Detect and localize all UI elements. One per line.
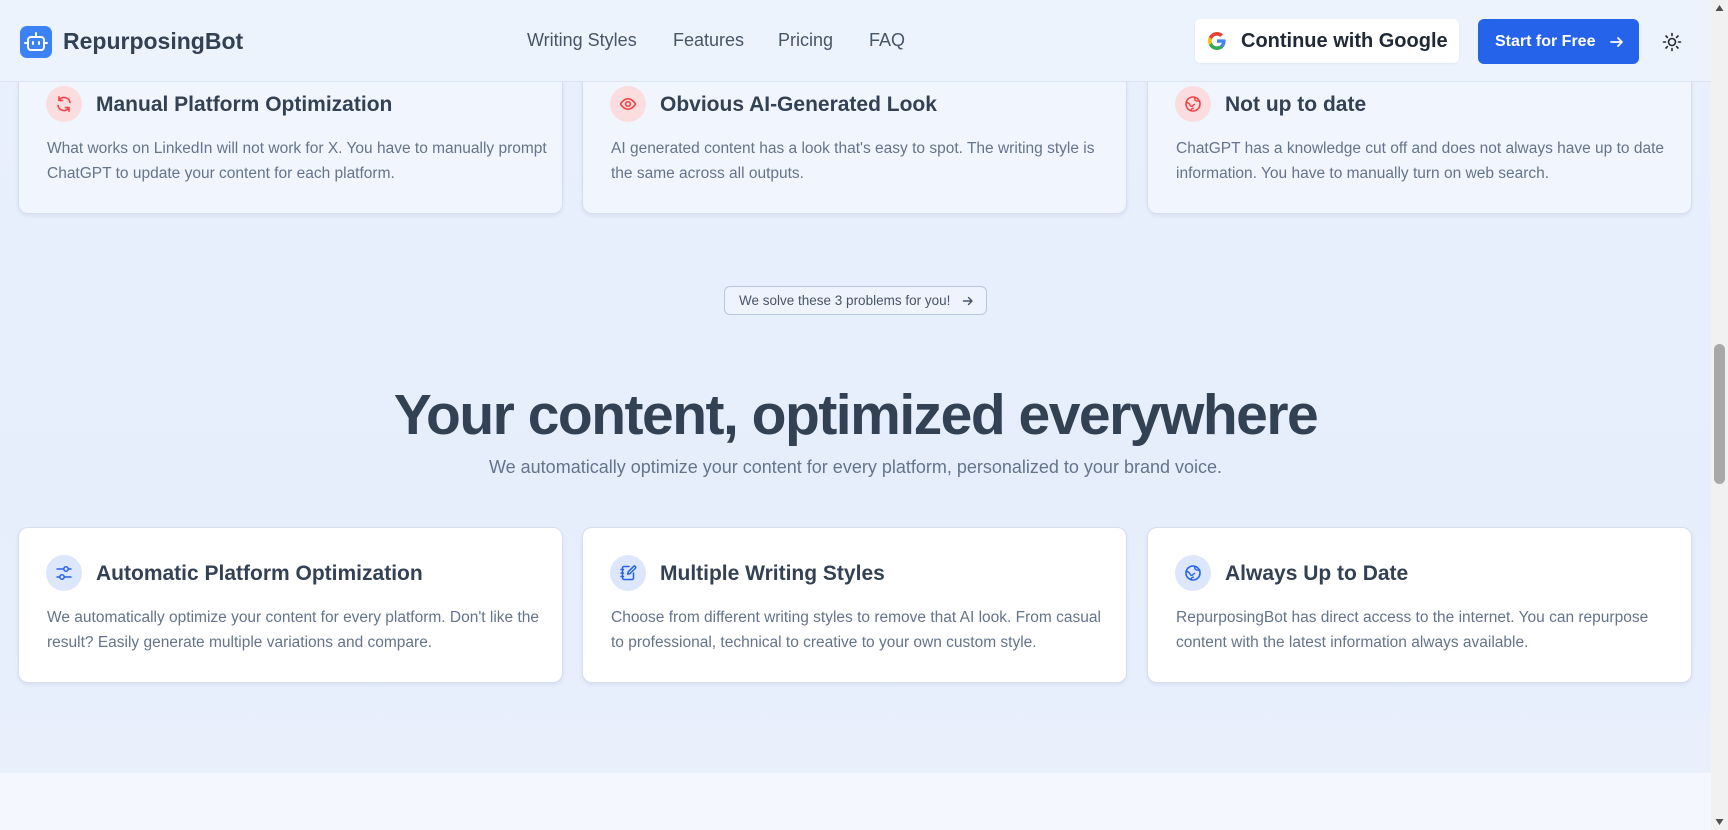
card-description: Choose from different writing styles to … <box>611 609 1101 651</box>
start-button-label: Start for Free <box>1495 33 1596 50</box>
arrow-right-icon <box>962 296 973 306</box>
nav-faq[interactable]: FAQ <box>869 30 905 51</box>
sun-icon[interactable] <box>1662 32 1682 52</box>
card-title: Not up to date <box>1225 93 1367 116</box>
continue-with-google-button[interactable]: Continue with Google <box>1195 19 1459 63</box>
sliders-icon <box>56 566 72 580</box>
next-section <box>0 773 1711 830</box>
solution-card: Automatic Platform Optimization We autom… <box>18 527 563 683</box>
card-description: What works on LinkedIn will not work for… <box>47 140 547 182</box>
eye-icon <box>619 98 637 110</box>
section-heading: Your content, optimized everywhere <box>393 383 1319 447</box>
google-icon <box>1208 32 1226 50</box>
card-title: Automatic Platform Optimization <box>96 562 423 585</box>
page: RepurposingBot Writing Styles Features P… <box>0 0 1711 830</box>
page-scrollbar[interactable] <box>1711 0 1728 830</box>
scroll-down-arrow-icon[interactable] <box>1715 818 1724 826</box>
solve-problems-pill[interactable]: We solve these 3 problems for you! <box>724 286 987 315</box>
arrow-right-icon <box>1610 37 1623 47</box>
nav-writing-styles[interactable]: Writing Styles <box>527 30 637 51</box>
card-title: Always Up to Date <box>1225 562 1409 585</box>
scroll-thumb[interactable] <box>1714 344 1725 484</box>
refresh-icon <box>57 96 71 112</box>
scroll-up-arrow-icon[interactable] <box>1715 4 1724 12</box>
solution-card: Multiple Writing Styles Choose from diff… <box>582 527 1127 683</box>
card-description: ChatGPT has a knowledge cut off and does… <box>1176 140 1665 182</box>
card-description: RepurposingBot has direct access to the … <box>1176 609 1649 651</box>
solution-card: Always Up to Date RepurposingBot has dir… <box>1147 527 1692 683</box>
top-navbar: RepurposingBot Writing Styles Features P… <box>0 0 1711 82</box>
card-description: We automatically optimize your content f… <box>47 609 539 651</box>
nav-pricing[interactable]: Pricing <box>778 30 833 51</box>
nav-features[interactable]: Features <box>673 30 744 51</box>
card-description: AI generated content has a look that's e… <box>611 140 1095 182</box>
globe-icon <box>1185 96 1201 112</box>
start-for-free-button[interactable]: Start for Free <box>1478 19 1639 64</box>
card-title: Obvious AI-Generated Look <box>660 93 937 116</box>
card-title: Multiple Writing Styles <box>660 562 885 585</box>
globe-icon <box>1185 565 1201 581</box>
notebook-pen-icon <box>620 565 637 581</box>
section-subheading: We automatically optimize your content f… <box>488 457 1223 477</box>
pill-label: We solve these 3 problems for you! <box>739 293 951 308</box>
google-button-label: Continue with Google <box>1241 30 1448 52</box>
card-title: Manual Platform Optimization <box>96 93 393 116</box>
